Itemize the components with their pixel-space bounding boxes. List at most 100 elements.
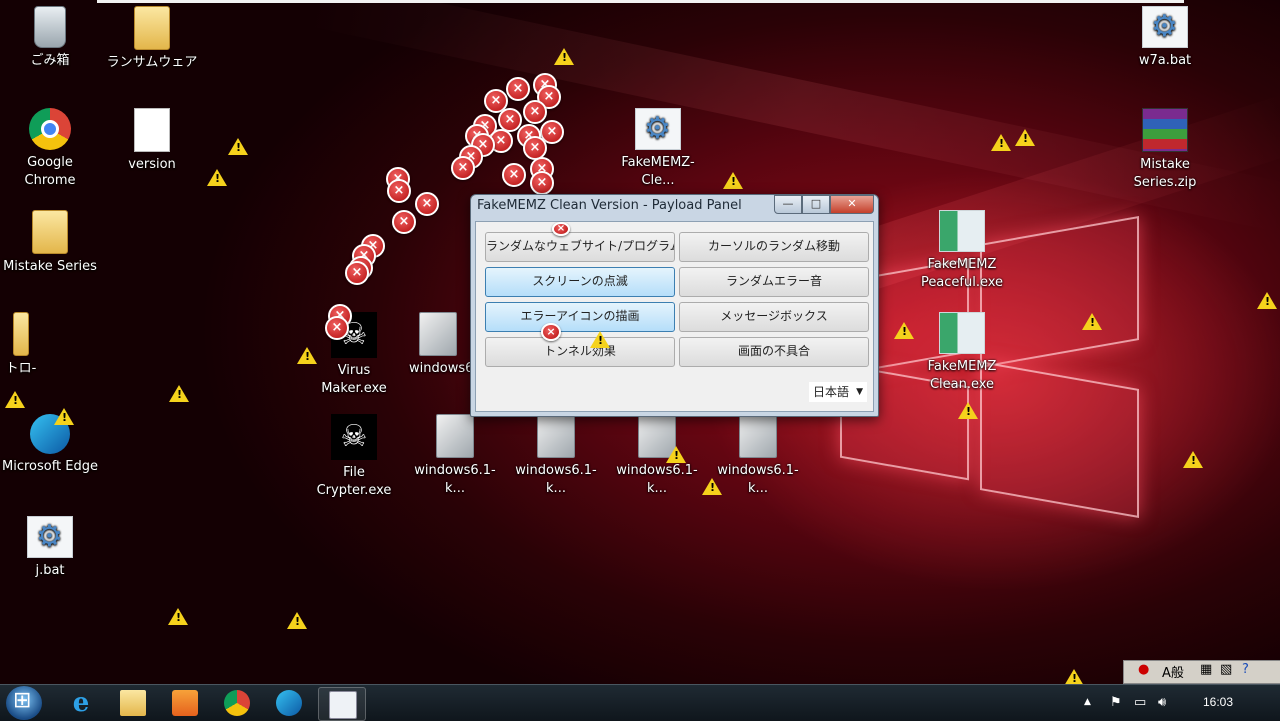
desktop-icon-mistake-series-folder[interactable]: Mistake Series <box>0 210 100 276</box>
warning-icon <box>54 408 74 425</box>
payload-panel-window[interactable]: FakeMEMZ Clean Version - Payload Panel —… <box>470 194 879 417</box>
language-bar[interactable]: ● A般 ▦ ▧ ? <box>1123 660 1280 684</box>
warning-icon <box>1183 451 1203 468</box>
warning-icon <box>5 391 25 408</box>
desktop-icon-file-crypter[interactable]: ☠ File Crypter.exe <box>304 414 404 500</box>
folder-icon <box>134 6 170 50</box>
error-icon: × <box>523 100 547 124</box>
edge-icon <box>276 690 302 716</box>
show-hidden-icons-icon[interactable]: ▲ <box>1084 697 1091 707</box>
desktop-icon-trojan-folder[interactable]: トロ- <box>0 312 56 378</box>
installer-package-icon <box>739 414 777 458</box>
chevron-down-icon: ▼ <box>856 387 863 397</box>
error-icon: × <box>502 163 526 187</box>
calculator-icon <box>329 691 357 719</box>
action-center-flag-icon[interactable]: ⚑ <box>1110 695 1122 710</box>
warning-icon <box>287 612 307 629</box>
record-icon: ● <box>1138 662 1150 677</box>
dictionary-icon: ▦ <box>1200 662 1213 677</box>
minimize-button[interactable]: — <box>774 195 802 214</box>
warning-icon <box>207 169 227 186</box>
language-value: 日本語 <box>813 385 850 399</box>
desktop-icon-windows-package-3[interactable]: windows6.1-k... <box>607 414 707 498</box>
application-icon <box>939 210 985 252</box>
warning-icon <box>554 48 574 65</box>
desktop-icon-google-chrome[interactable]: Google Chrome <box>0 108 100 190</box>
taskbar-edge-button[interactable] <box>266 687 312 719</box>
warning-icon <box>590 331 610 348</box>
taskbar-explorer-button[interactable] <box>110 687 156 719</box>
clock[interactable]: 16:03 <box>1203 695 1233 709</box>
error-icon: × <box>392 210 416 234</box>
error-icon: × <box>415 192 439 216</box>
error-icon: × <box>541 323 561 341</box>
desktop-icon-mistake-series-zip[interactable]: Mistake Series.zip <box>1115 108 1215 192</box>
warning-icon <box>168 608 188 625</box>
installer-package-icon <box>436 414 474 458</box>
screen-glitch-line <box>97 0 1184 3</box>
screen-glitch-button[interactable]: 画面の不具合 <box>679 337 869 367</box>
warning-icon <box>991 134 1011 151</box>
media-player-icon <box>172 690 198 716</box>
folder-icon <box>13 312 29 356</box>
desktop-icon-microsoft-edge[interactable]: Microsoft Edge <box>0 414 100 476</box>
file-explorer-icon <box>120 690 146 716</box>
warning-icon <box>1015 129 1035 146</box>
taskbar-payload-panel-button[interactable] <box>318 687 366 721</box>
warning-icon <box>297 347 317 364</box>
batch-file-icon <box>27 516 73 558</box>
network-icon[interactable]: ▭ <box>1134 695 1146 710</box>
windows-start-icon[interactable] <box>6 686 42 720</box>
error-icon: × <box>387 179 411 203</box>
internet-explorer-icon: e <box>72 688 90 718</box>
random-websites-button[interactable]: ランダムなウェブサイト/プログラムを開く <box>485 232 675 262</box>
desktop-icon-w7a-bat[interactable]: w7a.bat <box>1115 6 1215 70</box>
desktop-icon-windows6-partial[interactable]: windows6 <box>405 312 471 378</box>
warning-icon <box>1082 313 1102 330</box>
desktop-icon-ransomware-folder[interactable]: ランサムウェア <box>102 6 202 72</box>
help-icon[interactable]: ? <box>1242 662 1249 677</box>
taskbar-chrome-button[interactable] <box>214 687 260 719</box>
message-box-button[interactable]: メッセージボックス <box>679 302 869 332</box>
desktop-icon-fakememz-peaceful[interactable]: FakeMEMZ Peaceful.exe <box>912 210 1012 292</box>
screen-flash-button[interactable]: スクリーンの点滅 <box>485 267 675 297</box>
warning-icon <box>958 402 978 419</box>
warning-icon <box>666 446 686 463</box>
desktop-icon-windows-package-4[interactable]: windows6.1-k... <box>708 414 808 498</box>
batch-file-icon <box>1142 6 1188 48</box>
random-error-sound-button[interactable]: ランダムエラー音 <box>679 267 869 297</box>
volume-icon[interactable]: 🔊︎ <box>1158 695 1166 710</box>
tunnel-effect-button[interactable]: トンネル効果 <box>485 337 675 367</box>
error-icon: × <box>345 261 369 285</box>
document-icon <box>134 108 170 152</box>
window-title: FakeMEMZ Clean Version - Payload Panel <box>477 198 742 213</box>
desktop-icon-windows-package-1[interactable]: windows6.1-k... <box>405 414 505 498</box>
desktop-icon-version[interactable]: version <box>102 108 202 174</box>
error-icon: × <box>451 156 475 180</box>
ime-mode[interactable]: A般 <box>1162 662 1184 681</box>
taskbar-ie-button[interactable]: e <box>58 687 104 719</box>
taskbar-media-player-button[interactable] <box>162 687 208 719</box>
desktop-icon-windows-package-2[interactable]: windows6.1-k... <box>506 414 606 498</box>
desktop-icon-virus-maker[interactable]: ☠ Virus Maker.exe <box>304 312 404 398</box>
batch-file-icon <box>635 108 681 150</box>
taskbar: e ▲ ⚑ ▭ 🔊︎ 16:03 <box>0 684 1280 721</box>
desktop-icon-recycle-bin[interactable]: ごみ箱 <box>0 6 100 70</box>
error-icon: × <box>530 171 554 195</box>
desktop-icon-fakememz-clean[interactable]: FakeMEMZ Clean.exe <box>912 312 1012 394</box>
error-icon: × <box>325 316 349 340</box>
random-cursor-button[interactable]: カーソルのランダム移動 <box>679 232 869 262</box>
desktop-icon-fakememz-clean-top[interactable]: FakeMEMZ-Cle... <box>608 108 708 190</box>
warning-icon <box>228 138 248 155</box>
desktop-icon-j-bat[interactable]: j.bat <box>0 516 100 580</box>
installer-package-icon <box>419 312 457 356</box>
payload-panel-body: ランダムなウェブサイト/プログラムを開く カーソルのランダム移動 スクリーンの点… <box>475 221 874 412</box>
folder-icon <box>32 210 68 254</box>
maximize-button[interactable]: □ <box>802 195 830 214</box>
close-button[interactable]: ✕ <box>830 195 874 214</box>
draw-error-icons-button[interactable]: エラーアイコンの描画 <box>485 302 675 332</box>
language-select[interactable]: 日本語 ▼ <box>809 382 867 402</box>
warning-icon <box>1257 292 1277 309</box>
recycle-bin-icon <box>34 6 66 48</box>
application-icon <box>939 312 985 354</box>
